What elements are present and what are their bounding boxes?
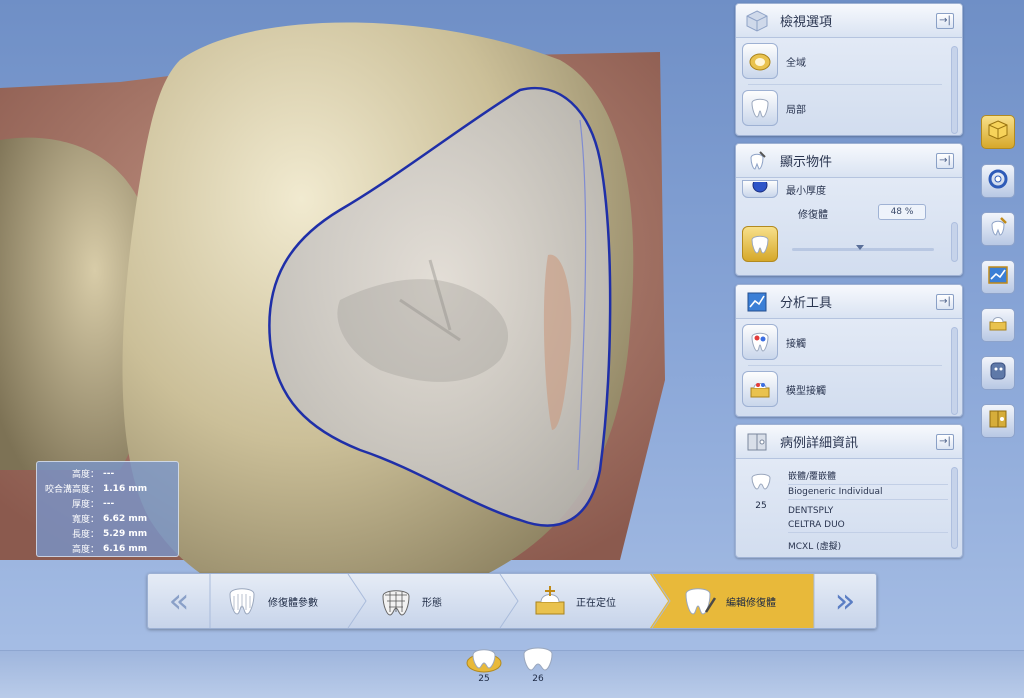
case-details-header[interactable]: 病例詳細資訊 →| xyxy=(736,425,962,459)
chart-analysis-icon xyxy=(744,289,770,315)
double-chevron-right-icon: » xyxy=(834,581,856,621)
analysis-tools-panel: 分析工具 →| 接觸 模型接觸 xyxy=(735,284,963,417)
toolbar-rotate-button[interactable] xyxy=(981,164,1015,198)
parameters-icon xyxy=(222,581,262,621)
case-details-panel: 病例詳細資訊 →| 25 嵌體/覆嵌體 Biogeneric Individua… xyxy=(735,424,963,558)
step-edit-restoration[interactable]: 編輯修復體 xyxy=(680,574,776,628)
cube-view-icon xyxy=(744,8,770,34)
tooth-selection-bar: 25 26 xyxy=(0,647,1024,698)
cube-icon xyxy=(987,119,1009,145)
display-item-min-thickness[interactable]: 最小厚度 xyxy=(742,178,956,200)
analysis-item-contact[interactable]: 接觸 xyxy=(742,319,956,365)
view-item-single-tooth[interactable]: 局部 xyxy=(742,85,956,131)
collapse-panel-button[interactable]: →| xyxy=(936,294,954,310)
workflow-step-bar: « 修復體參數 形態 正在定位 編輯修復體 » xyxy=(147,573,877,629)
double-chevron-left-icon: « xyxy=(168,581,190,621)
analysis-item-model-contact[interactable]: 模型接觸 xyxy=(742,366,956,412)
scrollbar[interactable] xyxy=(951,467,958,549)
model-contact-icon[interactable] xyxy=(742,371,778,407)
positioning-icon xyxy=(530,581,570,621)
restoration-icon[interactable] xyxy=(742,226,778,262)
tooth-wrench-icon xyxy=(987,216,1009,242)
measurement-row: 長度： 5.29 mm xyxy=(71,528,148,541)
display-objects-panel: 顯示物件 →| 最小厚度 修復體 48 % xyxy=(735,143,963,276)
case-details-list: 嵌體/覆嵌體 Biogeneric Individual DENTSPLY CE… xyxy=(788,467,948,554)
collapse-panel-button[interactable]: →| xyxy=(936,13,954,29)
tooth-tools-icon xyxy=(987,312,1009,338)
slider-thumb[interactable] xyxy=(856,245,865,250)
contact-icon[interactable] xyxy=(742,324,778,360)
case-restoration-type: 嵌體/覆嵌體 xyxy=(788,467,948,485)
case-design-mode: Biogeneric Individual xyxy=(788,485,948,500)
scrollbar[interactable] xyxy=(951,327,958,415)
step-morphology[interactable]: 形態 xyxy=(376,574,442,628)
measurement-row: 寬度： 6.62 mm xyxy=(71,513,148,526)
chart-analysis-icon xyxy=(987,264,1009,290)
measurement-info-box: 高度： --- 咬合溝高度： 1.16 mm 厚度： --- 寬度： 6.62 … xyxy=(36,461,179,557)
tooth-26-button[interactable]: 26 xyxy=(518,647,558,698)
toolbar-analysis-button[interactable] xyxy=(981,260,1015,294)
case-manufacturer: DENTSPLY xyxy=(788,506,834,516)
step-positioning[interactable]: 正在定位 xyxy=(530,574,616,628)
panel-title: 病例詳細資訊 xyxy=(780,436,859,451)
case-tooth-number: 25 xyxy=(755,501,767,511)
measurement-row: 高度： 6.16 mm xyxy=(71,543,148,556)
tooth-number: 26 xyxy=(532,674,544,684)
face-icon xyxy=(987,360,1009,386)
case-book-icon xyxy=(744,429,770,455)
rotate-ring-icon xyxy=(987,168,1009,194)
tooth-wrench-icon xyxy=(744,148,770,174)
toolbar-display-objects-button[interactable] xyxy=(981,212,1015,246)
next-step-button[interactable]: » xyxy=(814,574,876,628)
case-machine: MCXL (虛擬) xyxy=(788,542,842,552)
previous-step-button[interactable]: « xyxy=(148,574,210,628)
view-item-full-jaw[interactable]: 全域 xyxy=(742,38,956,84)
restoration-opacity-value[interactable]: 48 % xyxy=(878,204,926,220)
panel-title: 檢視選項 xyxy=(780,15,833,30)
tooth-number: 25 xyxy=(478,674,490,684)
min-thickness-icon[interactable] xyxy=(742,180,778,198)
toolbar-face-button[interactable] xyxy=(981,356,1015,390)
jaw-full-icon[interactable] xyxy=(742,43,778,79)
analysis-tools-header[interactable]: 分析工具 →| xyxy=(736,285,962,319)
panel-title: 顯示物件 xyxy=(780,155,833,170)
measurement-row: 咬合溝高度： 1.16 mm xyxy=(44,483,148,496)
view-options-panel: 檢視選項 →| 全域 局部 xyxy=(735,3,963,136)
morphology-icon xyxy=(376,581,416,621)
collapse-panel-button[interactable]: →| xyxy=(936,153,954,169)
case-material: CELTRA DUO xyxy=(788,518,948,533)
display-objects-header[interactable]: 顯示物件 →| xyxy=(736,144,962,178)
tooth-single-icon[interactable] xyxy=(742,90,778,126)
display-item-restoration[interactable]: 修復體 48 % xyxy=(742,204,956,264)
edit-restoration-icon xyxy=(680,581,720,621)
toolbar-case-details-button[interactable] xyxy=(981,404,1015,438)
tooth-icon xyxy=(751,473,771,490)
view-options-header[interactable]: 檢視選項 →| xyxy=(736,4,962,38)
tooth-25-button[interactable]: 25 xyxy=(464,649,504,698)
panel-title: 分析工具 xyxy=(780,296,833,311)
scrollbar[interactable] xyxy=(951,46,958,134)
case-tooth: 25 xyxy=(744,471,778,511)
tooth-icon xyxy=(523,647,553,671)
toolbar-view-options-button[interactable] xyxy=(981,115,1015,149)
measurement-row: 厚度： --- xyxy=(71,498,115,511)
measurement-row: 高度： --- xyxy=(71,468,115,481)
step-restoration-parameters[interactable]: 修復體參數 xyxy=(222,574,318,628)
toolbar-tools-button[interactable] xyxy=(981,308,1015,342)
collapse-panel-button[interactable]: →| xyxy=(936,434,954,450)
case-book-icon xyxy=(987,408,1009,434)
tooth-selected-icon xyxy=(466,649,502,673)
